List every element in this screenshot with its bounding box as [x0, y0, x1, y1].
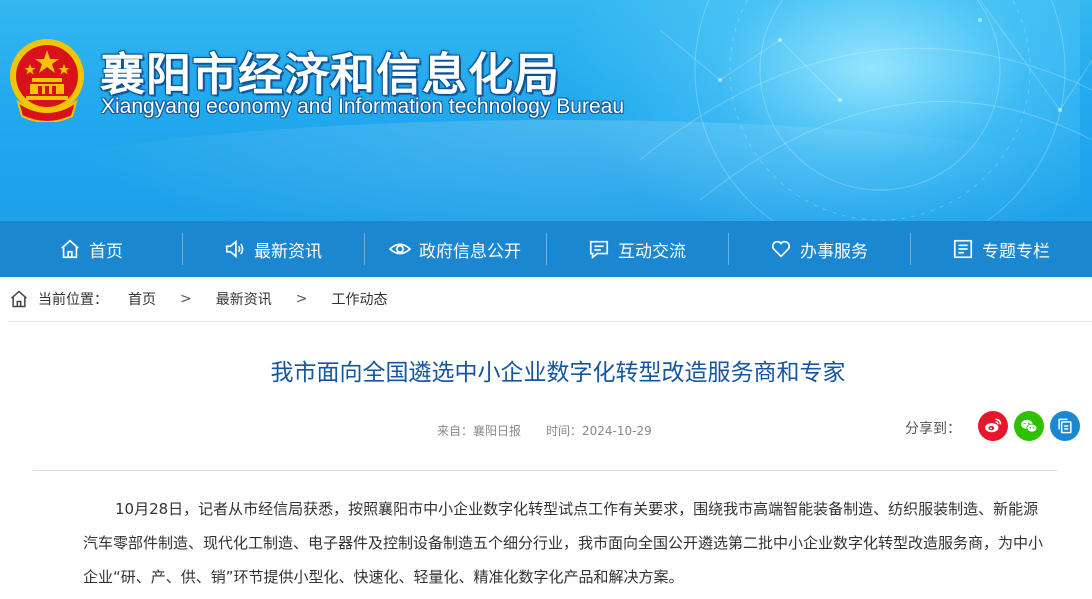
- article-divider: [33, 470, 1058, 471]
- site-title: 襄阳市经济和信息化局: [100, 48, 561, 101]
- nav-item-label: 首页: [89, 241, 123, 262]
- article-title: 我市面向全国遴选中小企业数字化转型改造服务商和专家: [270, 360, 846, 386]
- breadcrumb-separator: >: [180, 291, 192, 307]
- site-subtitle: Xiangyang economy and Information techno…: [101, 95, 625, 118]
- weibo-icon: [985, 418, 1002, 433]
- article-time: 时间：2024-10-29: [546, 424, 652, 438]
- copy-icon: [1058, 418, 1072, 434]
- home-icon: [11, 290, 27, 308]
- article-source: 来自：襄阳日报: [437, 424, 522, 438]
- breadcrumb-link-work-updates[interactable]: 工作动态: [331, 289, 387, 309]
- nav-item-gov-info[interactable]: 政府信息公开: [364, 221, 546, 277]
- header-banner: 襄阳市经济和信息化局 Xiangyang economy and Informa…: [0, 0, 1092, 221]
- share-copy-button[interactable]: [1050, 411, 1080, 441]
- nav-item-label: 专题专栏: [982, 241, 1050, 262]
- breadcrumb-divider: [8, 321, 1092, 322]
- breadcrumb: 当前位置： 首页 > 最新资讯 > 工作动态: [0, 277, 1092, 321]
- national-emblem-icon: [10, 39, 84, 122]
- breadcrumb-link-home[interactable]: 首页: [128, 289, 156, 309]
- breadcrumb-label: 当前位置：: [38, 292, 108, 308]
- nav-item-label: 最新资讯: [254, 241, 322, 262]
- eye-icon: [389, 243, 411, 255]
- breadcrumb-separator: >: [295, 291, 308, 307]
- share-label: 分享到：: [905, 421, 961, 437]
- speaker-icon: [225, 239, 244, 259]
- nav-item-label: 政府信息公开: [419, 241, 521, 262]
- article-body: 10月28日，记者从市经信局获悉，按照襄阳市中小企业数字化转型试点工作有关要求，…: [83, 500, 1044, 586]
- wechat-icon: [1021, 419, 1038, 433]
- breadcrumb-link-news[interactable]: 最新资讯: [216, 289, 272, 309]
- list-board-icon: [953, 239, 973, 259]
- main-nav: 首页 最新资讯 政府信息公开 互动交流 办事服务 专题专栏: [0, 221, 1092, 277]
- nav-item-home[interactable]: 首页: [0, 221, 182, 277]
- share-wechat-button[interactable]: [1014, 411, 1044, 441]
- nav-item-news[interactable]: 最新资讯: [182, 221, 364, 277]
- heart-icon: [771, 240, 791, 258]
- nav-item-interaction[interactable]: 互动交流: [546, 221, 728, 277]
- nav-item-label: 办事服务: [800, 241, 868, 262]
- nav-item-label: 互动交流: [618, 241, 686, 262]
- nav-item-services[interactable]: 办事服务: [728, 221, 910, 277]
- nav-item-topics[interactable]: 专题专栏: [910, 221, 1092, 277]
- share-weibo-button[interactable]: [978, 411, 1008, 441]
- home-icon: [61, 239, 79, 259]
- message-icon: [589, 240, 609, 259]
